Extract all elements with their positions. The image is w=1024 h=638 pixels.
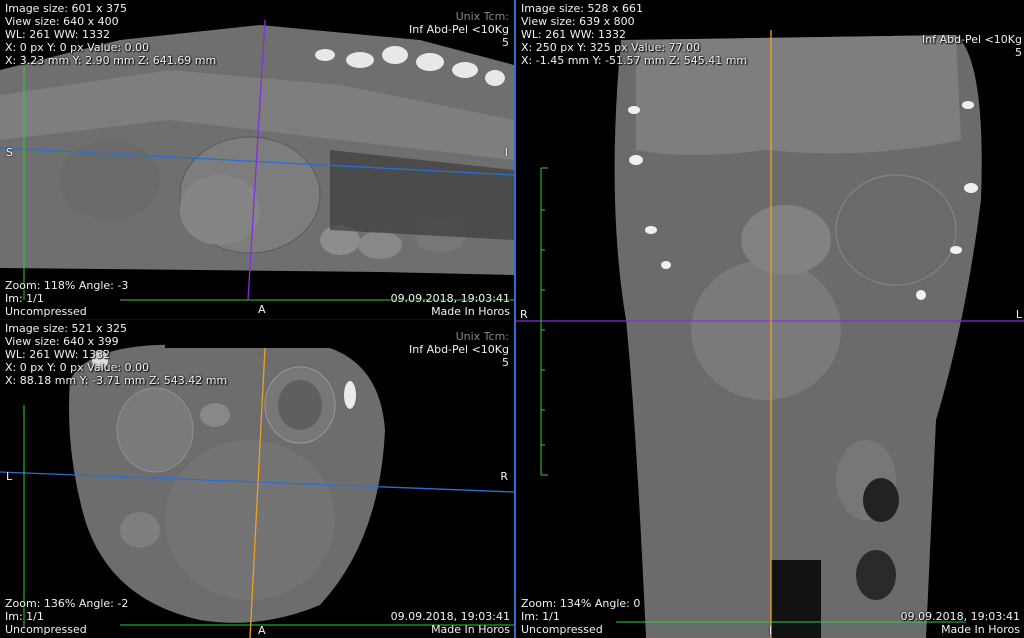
- orientation-left-label: R: [520, 308, 528, 321]
- made-in-text: Made In Horos: [431, 305, 510, 318]
- compression-text: Uncompressed: [5, 305, 87, 318]
- sagittal-info-topleft: Image size: 601 x 375 View size: 640 x 4…: [5, 2, 216, 67]
- datetime-text: 09.09.2018, 19:03:41: [390, 292, 510, 305]
- faint-label-text: Unix Tcm:: [455, 10, 509, 23]
- orientation-left-label: S: [6, 146, 13, 159]
- datetime-text: 09.09.2018, 19:03:41: [390, 610, 510, 623]
- zoom-angle-text: Zoom: 134% Angle: 0: [521, 597, 641, 610]
- view-size-text: View size: 639 x 800: [521, 15, 635, 28]
- mm-coords-text: X: 3.23 mm Y: 2.90 mm Z: 641.69 mm: [5, 54, 217, 67]
- compression-text: Uncompressed: [521, 623, 603, 636]
- orientation-bottom-label: I: [769, 624, 773, 637]
- pixel-value-text: X: 0 px Y: 0 px Value: 0.00: [5, 41, 150, 54]
- zoom-angle-text: Zoom: 118% Angle: -3: [5, 279, 129, 292]
- sagittal-info-topright: Unix Tcm: Inf Abd-Pel <10Kg 5: [409, 10, 509, 49]
- coronal-viewport[interactable]: Image size: 528 x 661 View size: 639 x 8…: [516, 0, 1024, 638]
- orientation-right-label: L: [1015, 308, 1022, 321]
- made-in-text: Made In Horos: [431, 623, 510, 636]
- orientation-right-label: I: [504, 146, 508, 159]
- pixel-value-text: X: 250 px Y: 325 px Value: 77.00: [521, 41, 701, 54]
- view-size-text: View size: 640 x 400: [5, 15, 119, 28]
- image-index-text: Im: 1/1: [5, 610, 44, 623]
- axial-info-topright: Unix Tcm: Inf Abd-Pel <10Kg 5: [409, 330, 509, 369]
- series-description-text: Inf Abd-Pel <10Kg: [921, 33, 1022, 46]
- image-size-text: Image size: 601 x 375: [5, 2, 127, 15]
- sagittal-info-bottomleft: Zoom: 118% Angle: -3 Im: 1/1 Uncompresse…: [5, 279, 128, 318]
- image-index-text: Im: 1/1: [521, 610, 560, 623]
- datetime-text: 09.09.2018, 19:03:41: [900, 610, 1020, 623]
- image-size-text: Image size: 521 x 325: [5, 322, 127, 335]
- orientation-right-label: R: [500, 470, 508, 483]
- orientation-left-label: L: [6, 470, 13, 483]
- coronal-info-bottomright: 09.09.2018, 19:03:41 Made In Horos: [901, 610, 1020, 636]
- window-level-text: WL: 261 WW: 1332: [521, 28, 627, 41]
- orientation-bottom-label: A: [258, 624, 266, 637]
- series-number-text: 5: [502, 36, 509, 49]
- window-level-text: WL: 261 WW: 1332: [5, 348, 111, 361]
- series-description-text: Inf Abd-Pel <10Kg: [408, 343, 509, 356]
- made-in-text: Made In Horos: [941, 623, 1020, 636]
- faint-label-text: Unix Tcm:: [455, 330, 509, 343]
- axial-info-bottomright: 09.09.2018, 19:03:41 Made In Horos: [391, 610, 510, 636]
- axial-info-bottomleft: Zoom: 136% Angle: -2 Im: 1/1 Uncompresse…: [5, 597, 128, 636]
- series-number-text: 5: [502, 356, 509, 369]
- sagittal-viewport[interactable]: Image size: 601 x 375 View size: 640 x 4…: [0, 0, 514, 320]
- sagittal-info-bottomright: 09.09.2018, 19:03:41 Made In Horos: [391, 292, 510, 318]
- axial-viewport[interactable]: Image size: 521 x 325 View size: 640 x 3…: [0, 320, 514, 638]
- coronal-ct-image: [516, 0, 1024, 638]
- series-number-text: 5: [1015, 46, 1022, 59]
- compression-text: Uncompressed: [5, 623, 87, 636]
- coronal-info-topright: Inf Abd-Pel <10Kg 5: [922, 33, 1022, 59]
- coronal-info-bottomleft: Zoom: 134% Angle: 0 Im: 1/1 Uncompressed: [521, 597, 640, 636]
- image-index-text: Im: 1/1: [5, 292, 44, 305]
- orientation-bottom-label: A: [258, 303, 266, 316]
- view-size-text: View size: 640 x 399: [5, 335, 119, 348]
- image-size-text: Image size: 528 x 661: [521, 2, 643, 15]
- pixel-value-text: X: 0 px Y: 0 px Value: 0.00: [5, 361, 150, 374]
- window-level-text: WL: 261 WW: 1332: [5, 28, 111, 41]
- mm-coords-text: X: 88.18 mm Y: -3.71 mm Z: 543.42 mm: [5, 374, 228, 387]
- coronal-info-topleft: Image size: 528 x 661 View size: 639 x 8…: [521, 2, 747, 67]
- series-description-text: Inf Abd-Pel <10Kg: [408, 23, 509, 36]
- zoom-angle-text: Zoom: 136% Angle: -2: [5, 597, 129, 610]
- axial-info-topleft: Image size: 521 x 325 View size: 640 x 3…: [5, 322, 227, 387]
- mm-coords-text: X: -1.45 mm Y: -51.57 mm Z: 545.41 mm: [521, 54, 748, 67]
